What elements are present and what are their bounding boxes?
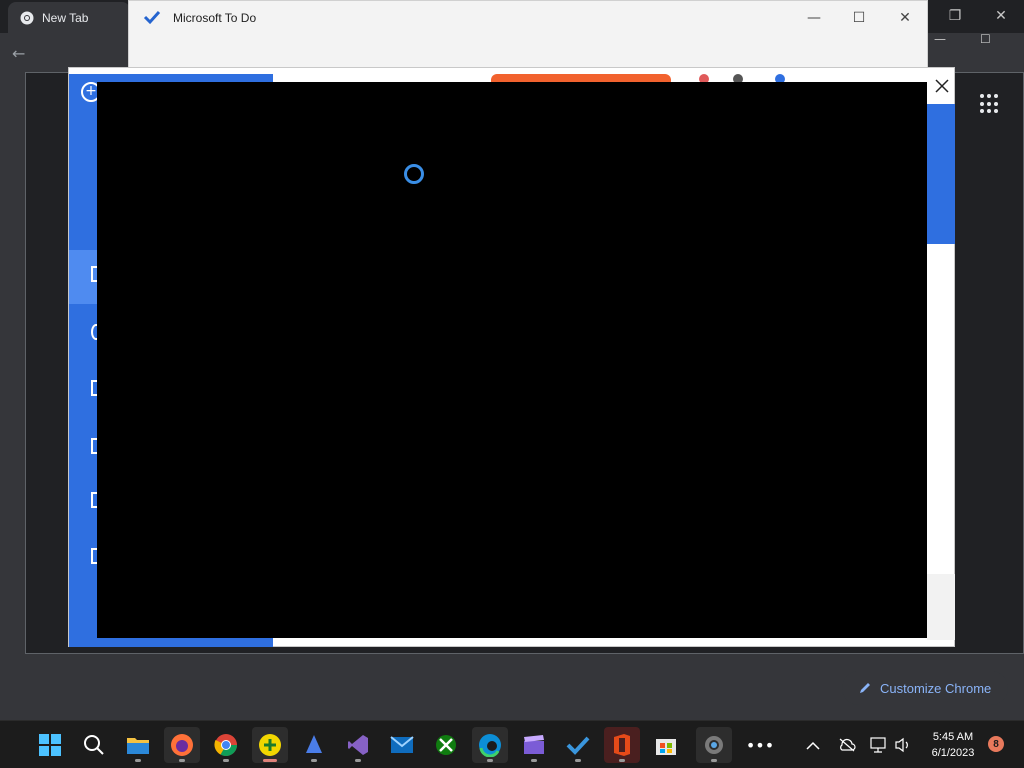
app-plus-taskbar-icon[interactable] bbox=[252, 727, 288, 763]
close-icon bbox=[935, 79, 949, 93]
todo-maximize-icon[interactable]: ☐ bbox=[844, 7, 874, 29]
file-explorer-icon[interactable] bbox=[120, 727, 156, 763]
todo-window: Microsoft To Do — ☐ ✕ bbox=[128, 0, 928, 72]
modal-close-button[interactable] bbox=[930, 74, 954, 98]
app-sail-taskbar-icon[interactable] bbox=[296, 727, 332, 763]
running-indicator bbox=[711, 759, 717, 762]
app-footer-panel bbox=[927, 574, 955, 640]
store-bag-icon bbox=[656, 739, 676, 755]
cloud-offline-icon[interactable] bbox=[838, 721, 856, 768]
maximize-icon[interactable]: ☐ bbox=[980, 32, 991, 46]
gear-icon bbox=[705, 736, 723, 754]
sail-icon bbox=[306, 735, 322, 753]
mail-icon[interactable] bbox=[384, 727, 420, 763]
running-indicator bbox=[135, 759, 141, 762]
chrome-icon bbox=[20, 11, 34, 24]
vs-logo-icon bbox=[348, 735, 368, 755]
chrome-logo-icon bbox=[214, 734, 237, 756]
visual-studio-icon[interactable] bbox=[340, 727, 376, 763]
clipchamp-icon[interactable] bbox=[516, 727, 552, 763]
plus-circle-icon bbox=[259, 734, 281, 756]
office-logo-icon bbox=[614, 734, 630, 756]
running-indicator bbox=[263, 759, 277, 762]
taskbar-clock[interactable]: 5:45 AM 6/1/2023 bbox=[920, 729, 986, 761]
restore-icon[interactable]: ❐ bbox=[932, 6, 978, 26]
settings-icon[interactable] bbox=[696, 727, 732, 763]
running-indicator bbox=[575, 759, 581, 762]
magnifier-icon bbox=[84, 735, 104, 755]
chrome-tab-new-tab[interactable]: New Tab bbox=[8, 2, 130, 33]
search-icon[interactable] bbox=[76, 727, 112, 763]
running-indicator bbox=[179, 759, 185, 762]
tray-chevron-up-icon[interactable] bbox=[806, 721, 820, 768]
edge-icon[interactable] bbox=[472, 727, 508, 763]
loading-spinner-icon bbox=[404, 164, 424, 184]
store-icon[interactable] bbox=[648, 727, 684, 763]
clock-date: 6/1/2023 bbox=[931, 747, 975, 759]
customize-chrome-button[interactable]: Customize Chrome bbox=[842, 671, 1008, 705]
pencil-icon bbox=[860, 683, 870, 693]
todo-window-title: Microsoft To Do bbox=[173, 11, 257, 25]
todo-close-icon[interactable]: ✕ bbox=[890, 7, 920, 29]
taskbar: ••• 5:45 AM 6/1/2023 bbox=[0, 720, 1024, 768]
volume-icon[interactable] bbox=[894, 721, 912, 768]
windows-logo-icon bbox=[39, 734, 61, 756]
windows-start-icon[interactable] bbox=[32, 727, 68, 763]
minimize-icon[interactable]: — bbox=[934, 32, 946, 46]
app-header-band bbox=[927, 104, 955, 244]
firefox-logo-icon bbox=[171, 734, 193, 756]
todo-check-icon bbox=[566, 736, 590, 755]
more-apps-icon[interactable]: ••• bbox=[742, 727, 778, 763]
chrome-taskbar-icon[interactable] bbox=[208, 727, 244, 763]
folder-icon bbox=[127, 738, 149, 754]
notification-badge[interactable]: 8 bbox=[988, 736, 1004, 752]
chrome-tab-title: New Tab bbox=[42, 10, 89, 25]
running-indicator bbox=[355, 759, 361, 762]
edge-logo-icon bbox=[479, 734, 501, 757]
running-indicator bbox=[223, 759, 229, 762]
todo-taskbar-icon[interactable] bbox=[560, 727, 596, 763]
clock-time: 5:45 AM bbox=[932, 731, 974, 743]
back-arrow-icon[interactable]: ← bbox=[12, 44, 25, 63]
running-indicator bbox=[619, 759, 625, 762]
firefox-icon[interactable] bbox=[164, 727, 200, 763]
xbox-logo-icon bbox=[436, 735, 456, 755]
clapper-icon bbox=[524, 735, 544, 754]
running-indicator bbox=[487, 759, 493, 762]
loading-overlay bbox=[97, 82, 927, 638]
running-indicator bbox=[531, 759, 537, 762]
office-icon[interactable] bbox=[604, 727, 640, 763]
close-icon[interactable]: ✕ bbox=[978, 6, 1024, 26]
customize-chrome-label: Customize Chrome bbox=[880, 680, 992, 696]
envelope-icon bbox=[390, 736, 414, 753]
running-indicator bbox=[311, 759, 317, 762]
network-icon[interactable] bbox=[870, 721, 888, 768]
google-apps-icon[interactable] bbox=[980, 94, 1000, 114]
todo-check-icon bbox=[143, 10, 161, 25]
xbox-icon[interactable] bbox=[428, 727, 464, 763]
todo-minimize-icon[interactable]: — bbox=[799, 7, 829, 29]
